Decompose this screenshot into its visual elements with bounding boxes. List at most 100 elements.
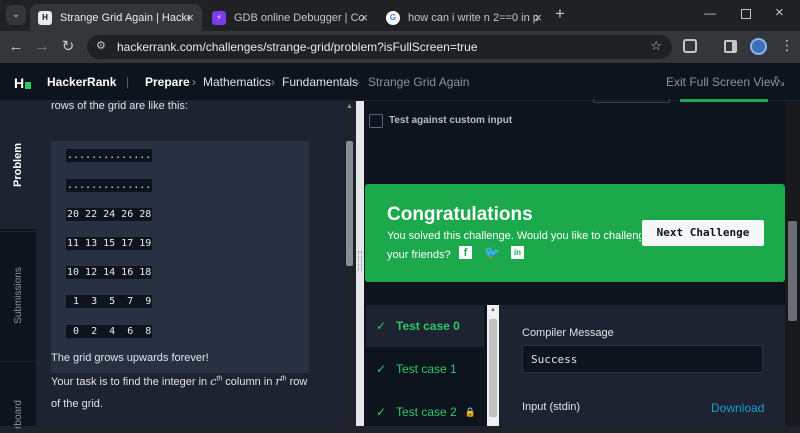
breadcrumb-fundamentals[interactable]: Fundamentals — [282, 75, 358, 89]
check-circle-icon: ✓ — [375, 319, 387, 333]
results-scrollbar[interactable] — [785, 101, 800, 426]
custom-input-checkbox[interactable] — [369, 114, 383, 128]
hackerrank-favicon-icon: H — [38, 10, 52, 25]
close-tab-icon[interactable]: × — [186, 10, 194, 25]
input-stdin-label: Input (stdin) — [522, 401, 581, 413]
task-text-line2: of the grid. — [51, 398, 103, 410]
congrats-message: You solved this challenge. Would you lik… — [387, 230, 641, 242]
linkedin-icon[interactable]: in — [511, 246, 524, 259]
tab-leaderboard[interactable]: rboard — [0, 361, 36, 429]
forward-arrow-icon[interactable]: → — [32, 37, 52, 57]
scrollbar-thumb[interactable] — [489, 319, 497, 417]
close-tab-icon[interactable]: × — [534, 10, 542, 25]
header-separator: | — [126, 75, 130, 89]
tab-title: how can i write n 2==0 in python — [408, 11, 538, 24]
browser-menu-icon[interactable]: ⋮ — [780, 37, 794, 54]
tab-problem-label: Problem — [12, 142, 25, 188]
problem-sidebar: Problem Submissions rboard — [0, 101, 36, 429]
problem-scrollbar[interactable]: ▲ ▼ — [343, 101, 356, 426]
test-cases-scrollbar[interactable]: ▲ — [487, 305, 499, 426]
close-window-icon[interactable]: × — [775, 4, 784, 21]
brand-name[interactable]: HackerRank — [47, 75, 116, 89]
task-text-part: Your task is to find the integer in — [51, 376, 211, 388]
test-cases-list: ✓ Test case 0 ✓ Test case 1 ✓ Test case … — [366, 305, 499, 426]
back-arrow-icon[interactable]: ← — [6, 37, 26, 57]
grid-line: .............. — [66, 179, 153, 192]
chevron-right-icon: › — [356, 75, 360, 89]
test-case-2[interactable]: ✓ Test case 2 🔒 — [366, 391, 484, 433]
download-link[interactable]: Download — [711, 401, 764, 415]
grid-line: 20 22 24 26 28 — [66, 208, 153, 221]
restore-window-icon[interactable] — [741, 9, 751, 19]
next-challenge-button[interactable]: Next Challenge — [642, 220, 764, 246]
exit-fullscreen-link[interactable]: Exit Full Screen View — [666, 75, 779, 89]
results-panel: Test against custom input Congratulation… — [364, 99, 785, 426]
tab-submissions[interactable]: Submissions — [0, 231, 36, 359]
problem-statement-panel: rows of the grid are like this: ........… — [36, 101, 343, 426]
grid-code-block: .............. .............. 20 22 24 2… — [51, 141, 309, 373]
scrollbar-thumb[interactable] — [788, 221, 797, 321]
grid-line: 1 3 5 7 9 — [66, 295, 153, 308]
scrollbar-thumb[interactable] — [346, 141, 353, 266]
breadcrumb-prepare[interactable]: Prepare — [145, 75, 190, 89]
collapse-icon[interactable]: ⤡ — [774, 73, 784, 89]
congrats-title: Congratulations — [387, 204, 533, 225]
test-case-0[interactable]: ✓ Test case 0 — [366, 305, 484, 347]
scroll-up-arrow-icon[interactable]: ▲ — [346, 103, 353, 110]
gdb-favicon-icon: ⚡ — [212, 10, 226, 25]
congratulations-banner: Congratulations You solved this challeng… — [365, 184, 785, 282]
task-text: Your task is to find the integer in cth … — [51, 375, 307, 388]
splitter-handle[interactable] — [358, 251, 362, 271]
minimize-window-icon[interactable]: — — [704, 6, 716, 20]
address-bar[interactable]: ⚙ hackerrank.com/challenges/strange-grid… — [87, 35, 672, 59]
tab-leaderboard-label: rboard — [12, 399, 24, 429]
compiler-message-box: Success — [522, 345, 763, 373]
browser-toolbar: ← → ↻ ⚙ hackerrank.com/challenges/strang… — [0, 31, 800, 63]
browser-tab-bar: ⌄ H Strange Grid Again | HackerRank × ⚡ … — [0, 0, 800, 31]
side-panel-icon[interactable] — [724, 40, 737, 53]
facebook-icon[interactable]: f — [459, 246, 472, 259]
bookmark-star-icon[interactable]: ☆ — [650, 38, 662, 54]
tab-title: Strange Grid Again | HackerRank — [60, 11, 190, 24]
site-info-icon[interactable]: ⚙ — [96, 39, 106, 52]
hackerrank-logo-icon[interactable]: H — [14, 75, 32, 91]
test-output-panel: Compiler Message Success Input (stdin) D… — [499, 305, 785, 426]
chevron-right-icon: › — [271, 75, 275, 89]
lock-icon: 🔒 — [464, 406, 476, 417]
reload-icon[interactable]: ↻ — [58, 37, 78, 57]
task-text-part: row — [286, 376, 308, 388]
browser-tab-gdb[interactable]: ⚡ GDB online Debugger | Compiler × — [204, 4, 376, 31]
hackerrank-header: H HackerRank | Prepare › Mathematics › F… — [0, 63, 800, 101]
panel-splitter[interactable] — [356, 101, 364, 426]
test-case-label: Test case 1 — [396, 362, 457, 376]
chevron-right-icon: › — [192, 75, 196, 89]
breadcrumb-mathematics[interactable]: Mathematics — [203, 75, 271, 89]
test-case-1[interactable]: ✓ Test case 1 — [366, 348, 484, 390]
submit-button-edge[interactable] — [680, 99, 768, 102]
scroll-down-arrow-icon[interactable]: ▼ — [346, 249, 353, 256]
compiler-message-label: Compiler Message — [522, 327, 614, 339]
task-text-part: column in — [222, 376, 276, 388]
problem-intro-text: rows of the grid are like this: — [51, 101, 188, 112]
congrats-message-line2: your friends? — [387, 249, 451, 261]
test-case-label: Test case 2 — [396, 405, 457, 419]
close-tab-icon[interactable]: × — [360, 10, 368, 25]
compiler-message-value: Success — [531, 353, 578, 366]
browser-tab-hackerrank[interactable]: H Strange Grid Again | HackerRank × — [30, 4, 202, 31]
breadcrumb-current: Strange Grid Again — [368, 75, 470, 89]
custom-input-label: Test against custom input — [389, 115, 513, 126]
grid-grows-text: The grid grows upwards forever! — [51, 352, 209, 364]
tab-problem[interactable]: Problem — [0, 101, 36, 229]
new-tab-button[interactable]: + — [555, 4, 565, 24]
run-button-edge[interactable] — [593, 99, 670, 103]
browser-tab-google[interactable]: G how can i write n 2==0 in python × — [378, 4, 550, 31]
tab-search-button[interactable]: ⌄ — [6, 5, 26, 25]
profile-avatar[interactable] — [750, 38, 767, 55]
tab-title: GDB online Debugger | Compiler — [234, 11, 364, 24]
scroll-up-arrow-icon[interactable]: ▲ — [490, 307, 496, 313]
extensions-icon[interactable] — [683, 39, 697, 53]
grid-line: 10 12 14 16 18 — [66, 266, 153, 279]
logo-letter: H — [14, 75, 25, 91]
twitter-icon[interactable]: 🐦 — [484, 245, 500, 261]
check-circle-icon: ✓ — [375, 362, 387, 376]
